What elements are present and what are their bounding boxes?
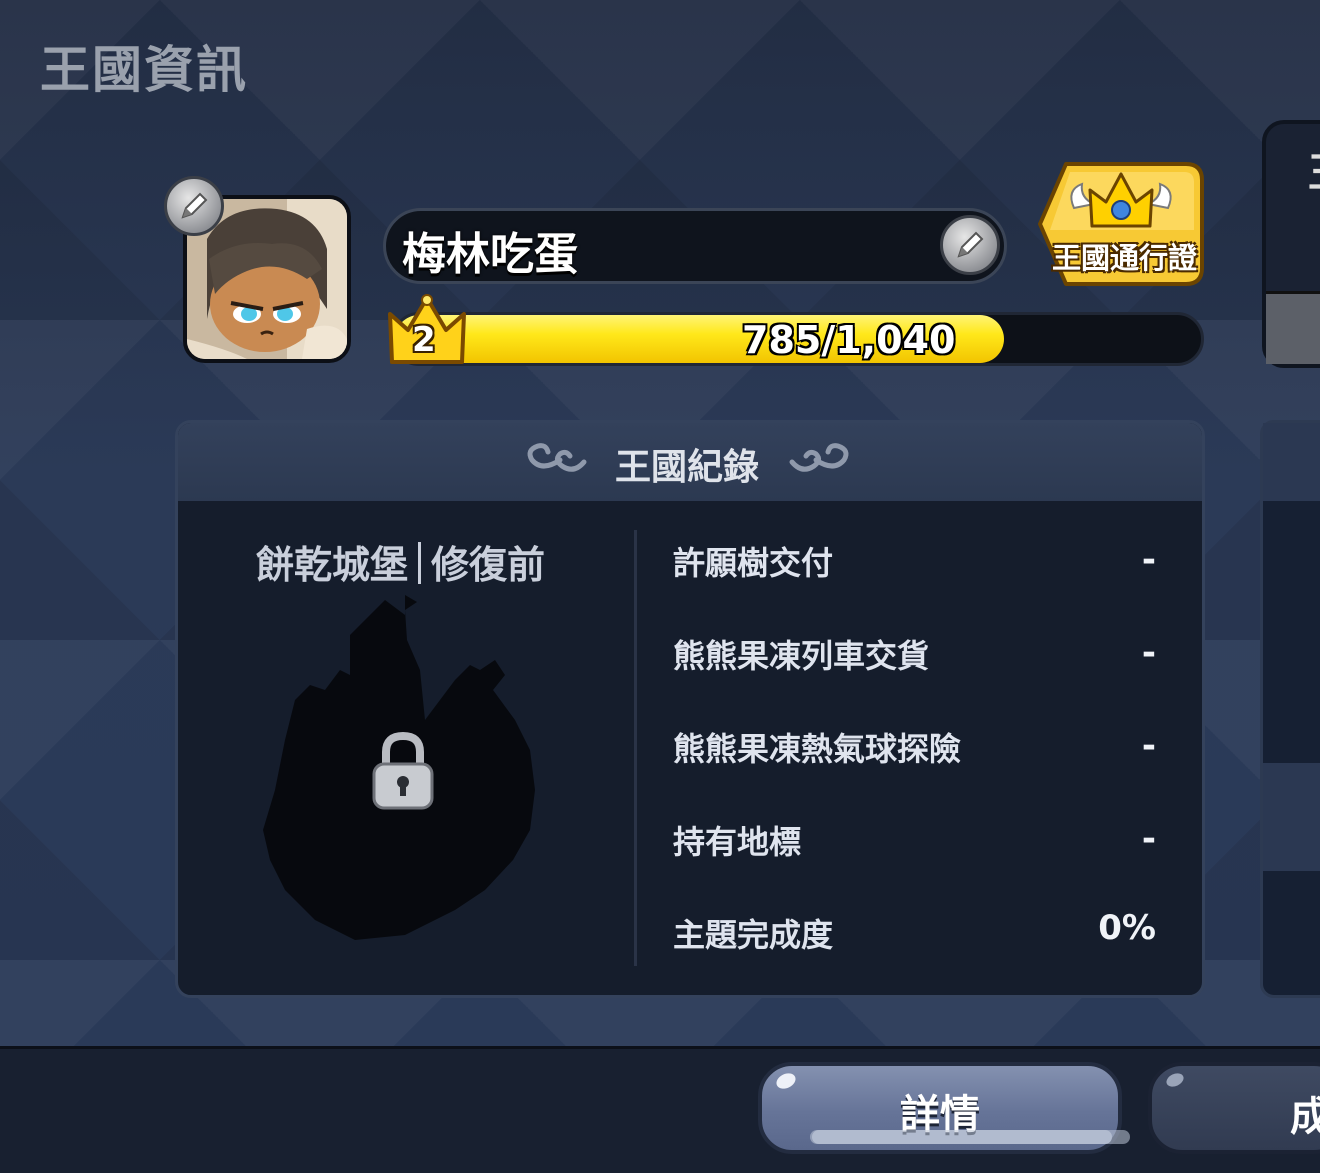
player-name: 梅林吃蛋: [402, 229, 578, 280]
record-value-balloon: -: [1141, 726, 1156, 766]
record-value-wish-tree: -: [1141, 540, 1156, 580]
castle-caption: 餅乾城堡 修復前: [256, 534, 545, 589]
pencil-icon: [957, 231, 984, 258]
castle-name: 餅乾城堡: [256, 543, 409, 587]
records-divider: [634, 530, 637, 966]
left-swirl-icon: [527, 443, 587, 472]
scrollbar-thumb[interactable]: [810, 1130, 1130, 1144]
achievements-button-label: 成: [1290, 1094, 1320, 1140]
name-edit-button[interactable]: [940, 215, 1000, 275]
castle-status: 修復前: [431, 543, 546, 587]
record-label-balloon: 熊熊果凍熱氣球探險: [673, 730, 962, 768]
record-label-landmarks: 持有地標: [673, 823, 802, 861]
page-title: 王國資訊: [40, 41, 248, 99]
record-value-theme-completion: 0%: [1098, 908, 1156, 948]
level-number: 2: [412, 320, 436, 360]
xp-text: 785/1,040: [742, 318, 956, 362]
right-swirl-icon: [789, 443, 849, 472]
record-label-train: 熊熊果凍列車交貨: [673, 637, 930, 675]
side-record-panel: [1260, 420, 1320, 998]
record-label-wish-tree: 許願樹交付: [673, 544, 834, 582]
record-value-train: -: [1141, 633, 1156, 673]
avatar-edit-button[interactable]: [164, 176, 224, 236]
pencil-icon: [181, 192, 208, 219]
kingdom-pass-label: 王國通行證: [1052, 241, 1198, 275]
record-label-theme-completion: 主題完成度: [673, 916, 834, 954]
lock-icon: [372, 731, 434, 810]
bottom-bar: [0, 1046, 1320, 1173]
record-value-landmarks: -: [1141, 819, 1156, 859]
side-panel-glyph: 王: [1308, 140, 1320, 198]
records-title: 王國紀錄: [615, 447, 760, 488]
